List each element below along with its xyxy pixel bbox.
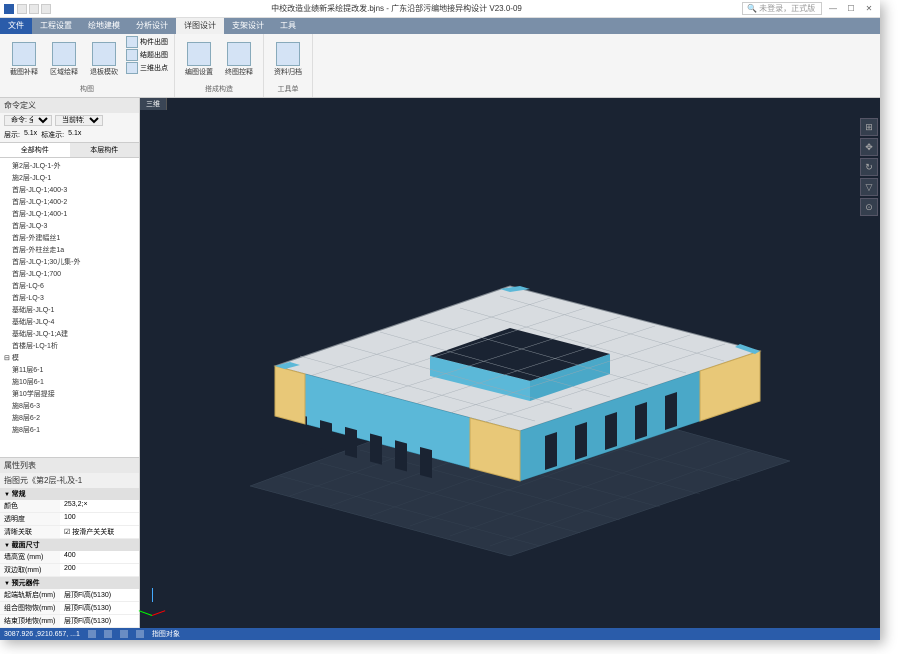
status-mode: 指图对象 <box>152 629 180 639</box>
result-icon <box>126 49 138 61</box>
tree-item[interactable]: 基础层-JLQ-4 <box>2 316 137 328</box>
properties-panel: 属性列表 指图元《第2层-礼及-1 常规 颜色253,2;× 透明度100 清晰… <box>0 457 139 628</box>
quick-access-toolbar[interactable] <box>17 4 51 14</box>
archive-icon <box>276 42 300 66</box>
left-panel: 命令定义 命令: 全部 当前特造 层示:5.1x 标准示:5.1x 全部构件 本… <box>0 98 140 628</box>
qat-icon[interactable] <box>17 4 27 14</box>
z-axis-icon <box>152 588 153 602</box>
tree-item[interactable]: 首层-JLQ-1;400-1 <box>2 208 137 220</box>
close-button[interactable]: ✕ <box>862 3 876 15</box>
filter-dropdown2[interactable]: 当前特造 <box>55 115 103 126</box>
ribbon-btn[interactable]: 终图控释 <box>221 36 257 83</box>
tree-item[interactable]: 施10层6-1 <box>2 376 137 388</box>
tab-detail-design[interactable]: 详图设计 <box>176 18 224 34</box>
prop-section-head[interactable]: 预元器件 <box>0 577 139 589</box>
tree-section[interactable]: 模 <box>2 352 137 364</box>
tree-item[interactable]: 首层-JLQ-1;30儿集-外 <box>2 256 137 268</box>
maximize-button[interactable]: ☐ <box>844 3 858 15</box>
status-tool[interactable] <box>136 630 144 638</box>
drawing-icon <box>12 42 36 66</box>
component-icon <box>126 36 138 48</box>
ribbon-group-label: 工具单 <box>270 83 306 95</box>
tab-layer-components[interactable]: 本层构件 <box>70 143 140 157</box>
prop-section-head[interactable]: 常规 <box>0 488 139 500</box>
panel-title: 命令定义 <box>0 98 139 113</box>
ribbon-btn[interactable]: 编图设置 <box>181 36 217 83</box>
ribbon-btn[interactable]: 退板模砍 <box>86 36 122 83</box>
tree-item[interactable]: 施8层6-3 <box>2 400 137 412</box>
app-icon <box>4 4 14 14</box>
status-tool[interactable] <box>88 630 96 638</box>
tree-item[interactable]: 首楼层-LQ-1析 <box>2 340 137 352</box>
tree-item[interactable]: 首层-JLQ-3 <box>2 220 137 232</box>
ribbon-btn[interactable]: 区域绘释 <box>46 36 82 83</box>
ribbon-tabs: 文件 工程设置 绘地建模 分析设计 详图设计 支架设计 工具 <box>0 18 880 34</box>
tab-file[interactable]: 文件 <box>0 18 32 34</box>
tab-all-components[interactable]: 全部构件 <box>0 143 70 157</box>
tree-item[interactable]: 首层-JLQ-1;700 <box>2 268 137 280</box>
tree-item[interactable]: 施2层-JLQ-1 <box>2 172 137 184</box>
tab-project[interactable]: 工程设置 <box>32 18 80 34</box>
tree-item[interactable]: 首层-JLQ-1;400-2 <box>2 196 137 208</box>
grid-icon <box>88 630 96 638</box>
ortho-icon <box>120 630 128 638</box>
title-bar: 中校改造业绩新采绘提改发.bjns - 广东沿部污编地接异构设计 V23.0-0… <box>0 0 880 18</box>
tree-item[interactable]: 施8层6-2 <box>2 412 137 424</box>
area-icon <box>52 42 76 66</box>
tree-item[interactable]: 首层-外建幅丝1 <box>2 232 137 244</box>
ribbon-group-label: 构图 <box>6 83 168 95</box>
tree-item[interactable]: 第11层6-1 <box>2 364 137 376</box>
qat-icon[interactable] <box>41 4 51 14</box>
y-axis-icon <box>139 610 152 616</box>
viewport-tab[interactable]: 三维 <box>140 98 167 110</box>
props-context: 指图元《第2层-礼及-1 <box>0 473 139 488</box>
layer-icon <box>136 630 144 638</box>
window-title: 中校改造业绩新采绘提改发.bjns - 广东沿部污编地接异构设计 V23.0-0… <box>51 3 742 14</box>
slab-icon <box>92 42 116 66</box>
tab-analysis[interactable]: 分析设计 <box>128 18 176 34</box>
tree-item[interactable]: 首层-外柱丝走1a <box>2 244 137 256</box>
tab-model[interactable]: 绘地建模 <box>80 18 128 34</box>
ribbon-group-label: 搭成构造 <box>181 83 257 95</box>
control-icon <box>227 42 251 66</box>
status-bar: 3087.926 ,9210.657, ...1 指图对象 <box>0 628 880 640</box>
filter-dropdown[interactable]: 命令: 全部 <box>4 115 52 126</box>
status-tool[interactable] <box>104 630 112 638</box>
ribbon-btn[interactable]: 截图补释 <box>6 36 42 83</box>
minimize-button[interactable]: — <box>826 3 840 15</box>
axis-gizmo[interactable] <box>148 590 178 620</box>
prop-section-head[interactable]: 截面尺寸 <box>0 539 139 551</box>
tree-item[interactable]: 首层-JLQ-1;400-3 <box>2 184 137 196</box>
3d-icon <box>126 62 138 74</box>
props-title: 属性列表 <box>0 458 139 473</box>
status-tool[interactable] <box>120 630 128 638</box>
coordinates: 3087.926 ,9210.657, ...1 <box>4 631 80 638</box>
x-axis-icon <box>152 610 165 616</box>
ribbon-btn-sm[interactable]: 三维出点 <box>126 62 168 74</box>
building-model[interactable] <box>200 226 820 566</box>
ribbon-btn[interactable]: 资料归档 <box>270 36 306 83</box>
tree-item[interactable]: 第10学层提接 <box>2 388 137 400</box>
qat-icon[interactable] <box>29 4 39 14</box>
settings-icon <box>187 42 211 66</box>
tree-item[interactable]: 施8层6-1 <box>2 424 137 436</box>
tab-tools[interactable]: 工具 <box>272 18 304 34</box>
search-input[interactable]: 🔍 未登录，正式版 <box>742 2 822 15</box>
tree-item[interactable]: 第2层-JLQ-1-外 <box>2 160 137 172</box>
tree-item[interactable]: 基础层-JLQ-1 <box>2 304 137 316</box>
3d-viewport[interactable]: 三维 ⊞ ✥ ↻ ▽ ⊙ <box>140 98 880 628</box>
ribbon-btn-sm[interactable]: 构件出图 <box>126 36 168 48</box>
tree-item[interactable]: 首层-LQ-6 <box>2 280 137 292</box>
component-tree[interactable]: 第2层-JLQ-1-外 施2层-JLQ-1 首层-JLQ-1;400-3 首层-… <box>0 158 139 457</box>
ribbon: 截图补释 区域绘释 退板模砍 构件出图 结题出图 三维出点 构图 编图设置 终图… <box>0 34 880 98</box>
snap-icon <box>104 630 112 638</box>
tree-item[interactable]: 基础层-JLQ-1;A建 <box>2 328 137 340</box>
ribbon-btn-sm[interactable]: 结题出图 <box>126 49 168 61</box>
tree-item[interactable]: 首层-LQ-3 <box>2 292 137 304</box>
tab-support[interactable]: 支架设计 <box>224 18 272 34</box>
